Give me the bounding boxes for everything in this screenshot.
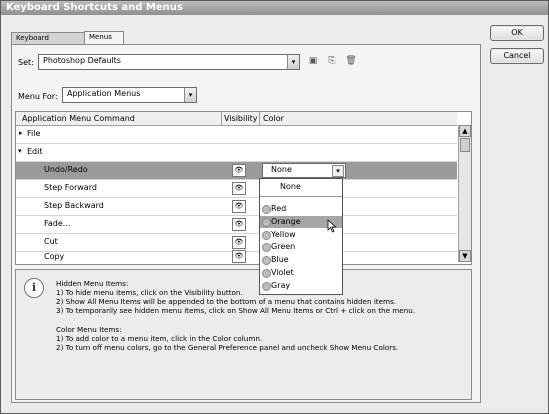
window-title: Keyboard Shortcuts and Menus xyxy=(6,2,183,13)
table-row[interactable]: Step Forward 👁 xyxy=(16,180,457,198)
dropdown-option-none[interactable]: None xyxy=(260,181,342,193)
cancel-button[interactable]: Cancel xyxy=(490,48,544,64)
dropdown-option-green[interactable]: Green xyxy=(260,241,342,253)
dropdown-option-blue[interactable]: Blue xyxy=(260,254,342,266)
menu-for-label: Menu For: xyxy=(18,92,58,101)
table-row[interactable]: Copy 👁 xyxy=(16,250,457,263)
color-swatch-icon xyxy=(262,231,271,240)
column-header-command: Application Menu Command xyxy=(22,114,135,123)
column-divider xyxy=(221,112,222,125)
column-header-visibility: Visibility xyxy=(224,114,258,123)
option-label: Yellow xyxy=(271,230,296,239)
eye-icon[interactable]: 👁 xyxy=(232,200,246,213)
mouse-pointer-icon xyxy=(327,219,337,233)
option-label: Violet xyxy=(271,268,294,277)
scroll-up-icon[interactable]: ▲ xyxy=(459,125,471,137)
menu-divider xyxy=(260,196,342,197)
chevron-down-icon: ▾ xyxy=(184,88,196,102)
set-select[interactable]: Photoshop Defaults ▾ xyxy=(38,54,300,70)
info-line: Color Menu Items: xyxy=(56,325,122,334)
table-row[interactable]: Undo/Redo 👁 xyxy=(16,162,457,180)
info-line: 1) To hide menu items, click on the Visi… xyxy=(56,288,243,297)
group-row-file[interactable]: ▸ File xyxy=(16,126,457,144)
chevron-down-icon: ▾ xyxy=(287,55,299,69)
info-line: 3) To temporarily see hidden menu items,… xyxy=(56,306,416,315)
eye-icon[interactable]: 👁 xyxy=(232,218,246,231)
menu-for-select[interactable]: Application Menus ▾ xyxy=(62,87,197,103)
color-swatch-icon xyxy=(262,218,271,227)
column-divider xyxy=(259,112,260,125)
option-label: None xyxy=(280,182,301,191)
info-icon: i xyxy=(24,278,44,298)
command-label: Fade... xyxy=(44,219,71,228)
info-line: Hidden Menu Items: xyxy=(56,279,129,288)
ok-button[interactable]: OK xyxy=(490,25,544,41)
eye-icon[interactable]: 👁 xyxy=(232,250,246,263)
info-line: 2) To turn off menu colors, go to the Ge… xyxy=(56,343,399,352)
eye-icon[interactable]: 👁 xyxy=(232,236,246,249)
vertical-scrollbar[interactable]: ▲ ▼ xyxy=(458,125,471,262)
menu-command-table: Application Menu Command Visibility Colo… xyxy=(15,111,472,265)
eye-icon[interactable]: 👁 xyxy=(232,164,246,177)
collapse-triangle-icon[interactable]: ▾ xyxy=(18,147,22,155)
table-row[interactable]: Fade... 👁 xyxy=(16,216,457,234)
color-select[interactable]: None ▾ xyxy=(262,163,346,178)
group-row-edit[interactable]: ▾ Edit xyxy=(16,144,457,162)
table-row[interactable]: Step Backward 👁 xyxy=(16,198,457,216)
command-label: Copy xyxy=(44,252,65,261)
menu-for-select-value: Application Menus xyxy=(67,89,141,98)
option-label: Red xyxy=(271,204,287,213)
color-swatch-icon xyxy=(262,282,271,291)
option-label: Green xyxy=(271,242,296,251)
color-dropdown-menu: None Red Orange Yellow Green Blue Violet xyxy=(259,178,343,295)
command-label: Step Backward xyxy=(44,201,104,210)
scroll-down-icon[interactable]: ▼ xyxy=(459,250,471,262)
dropdown-option-red[interactable]: Red xyxy=(260,203,342,215)
tab-menus[interactable]: Menus xyxy=(84,31,124,45)
group-label: Edit xyxy=(27,147,43,156)
color-swatch-icon xyxy=(262,256,271,265)
save-set-icon[interactable]: ▣ xyxy=(307,55,319,67)
color-swatch-icon xyxy=(262,243,271,252)
dropdown-option-gray[interactable]: Gray xyxy=(260,280,342,292)
option-label: Gray xyxy=(271,281,291,290)
set-label: Set: xyxy=(18,58,34,67)
info-line: 1) To add color to a menu item, click in… xyxy=(56,334,263,343)
chevron-down-icon: ▾ xyxy=(332,165,344,177)
option-label: Orange xyxy=(271,217,301,226)
color-swatch-icon xyxy=(262,205,271,214)
eye-icon[interactable]: 👁 xyxy=(232,182,246,195)
delete-set-icon[interactable]: 🗑 xyxy=(345,55,357,67)
save-set-as-icon[interactable]: ⎘ xyxy=(326,55,338,67)
command-label: Cut xyxy=(44,237,58,246)
tab-keyboard-shortcuts[interactable]: Keyboard Shortcuts xyxy=(11,32,87,53)
title-bar: Keyboard Shortcuts and Menus xyxy=(1,1,548,15)
scroll-thumb[interactable] xyxy=(460,138,470,152)
dropdown-option-violet[interactable]: Violet xyxy=(260,267,342,279)
option-label: Blue xyxy=(271,255,289,264)
expand-triangle-icon[interactable]: ▸ xyxy=(19,129,23,137)
info-line: 2) Show All Menu Items will be appended … xyxy=(56,297,397,306)
column-header-color: Color xyxy=(263,114,284,123)
color-swatch-icon xyxy=(262,269,271,278)
set-select-value: Photoshop Defaults xyxy=(43,56,121,65)
table-header: Application Menu Command Visibility Colo… xyxy=(16,112,457,126)
command-label: Undo/Redo xyxy=(44,165,88,174)
command-label: Step Forward xyxy=(44,183,97,192)
info-panel: i Hidden Menu Items: 1) To hide menu ite… xyxy=(15,269,472,400)
dialog-window: Keyboard Shortcuts and Menus OK Cancel K… xyxy=(0,0,549,414)
color-select-value: None xyxy=(271,165,292,174)
group-label: File xyxy=(27,129,41,138)
